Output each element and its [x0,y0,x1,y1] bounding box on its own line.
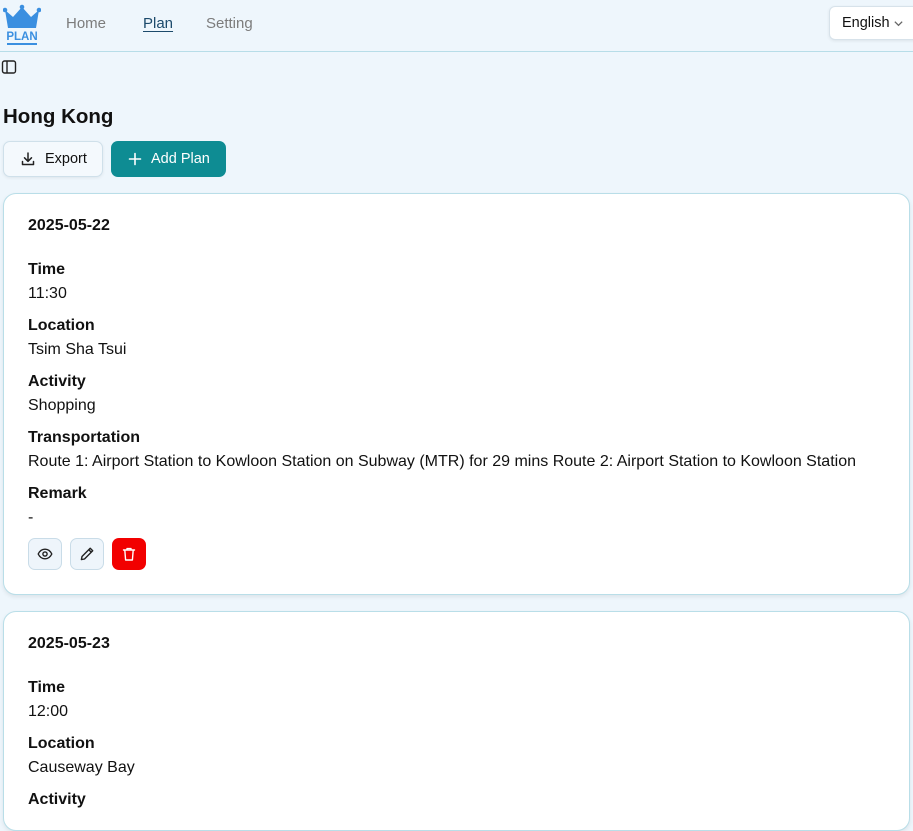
trash-icon [122,547,136,561]
language-select[interactable]: English [829,6,913,40]
time-label: Time [28,679,66,696]
location-label: Location [28,317,95,334]
delete-button[interactable] [112,538,146,570]
add-plan-button[interactable]: Add Plan [111,141,226,177]
location-value: Causeway Bay [28,759,135,776]
sidebar-toggle-icon[interactable] [1,59,17,75]
add-plan-label: Add Plan [151,151,210,167]
plan-card: 2025-05-22 Time 11:30 Location Tsim Sha … [3,193,910,595]
chevron-down-icon [893,18,904,29]
nav-plan[interactable]: Plan [143,15,173,32]
download-icon [21,152,35,166]
transportation-label: Transportation [28,429,141,446]
nav-home[interactable]: Home [66,15,106,32]
activity-label: Activity [28,791,86,808]
plan-date: 2025-05-23 [28,635,110,652]
crown-logo-icon[interactable]: PLAN [3,4,41,46]
nav-setting[interactable]: Setting [206,15,253,32]
remark-value: - [28,509,34,526]
pencil-icon [80,547,94,561]
view-button[interactable] [28,538,62,570]
export-button[interactable]: Export [3,141,103,177]
time-label: Time [28,261,66,278]
edit-button[interactable] [70,538,104,570]
language-selected: English [842,15,890,31]
location-label: Location [28,735,95,752]
page-title: Hong Kong [3,105,114,128]
eye-icon [37,548,53,560]
top-navbar: PLAN Home Plan Setting English [0,0,913,52]
location-value: Tsim Sha Tsui [28,341,127,358]
export-label: Export [45,151,87,167]
activity-value: Shopping [28,397,96,414]
plan-card: 2025-05-23 Time 12:00 Location Causeway … [3,611,910,831]
logo-text: PLAN [6,31,37,43]
transportation-value: Route 1: Airport Station to Kowloon Stat… [28,453,856,470]
plan-date: 2025-05-22 [28,217,110,234]
time-value: 11:30 [28,285,67,302]
remark-label: Remark [28,485,87,502]
time-value: 12:00 [28,703,69,720]
plus-icon [128,152,142,166]
activity-label: Activity [28,373,86,390]
